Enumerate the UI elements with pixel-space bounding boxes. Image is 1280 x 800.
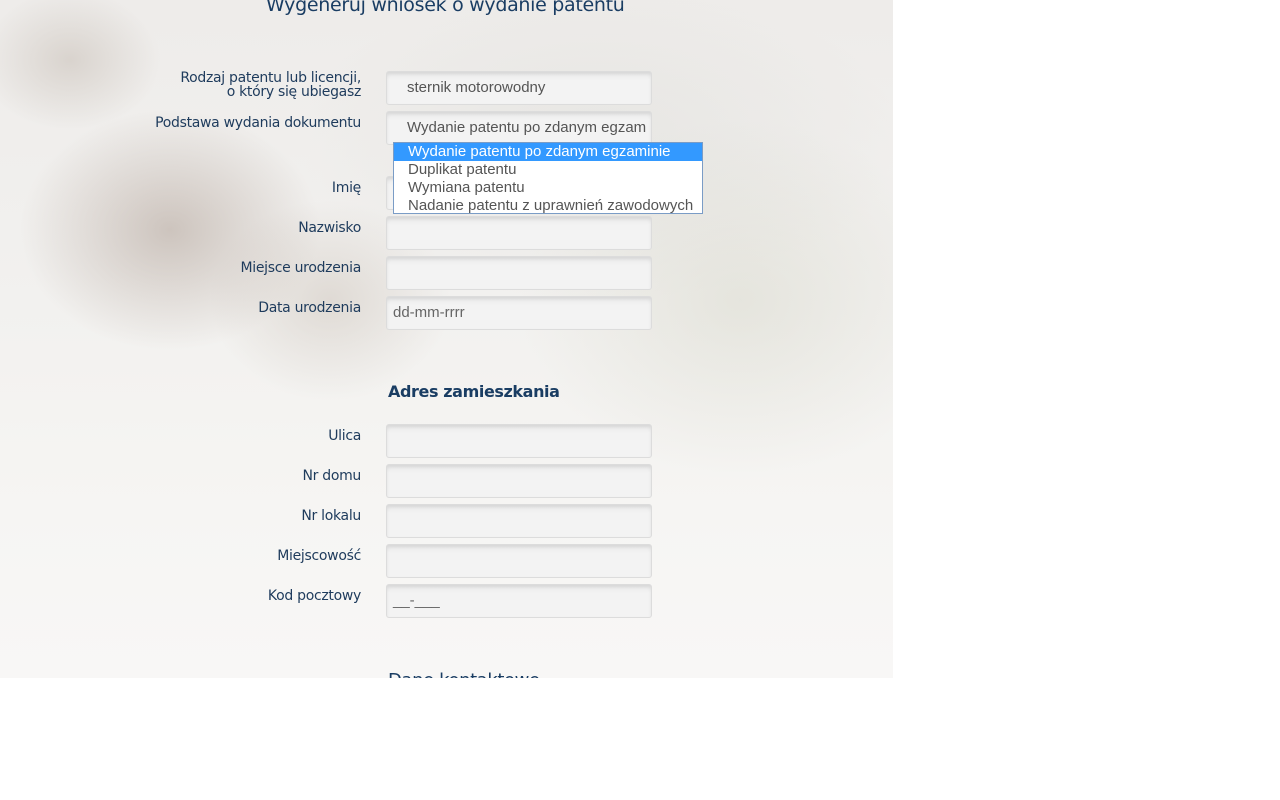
basis-label: Podstawa wydania dokumentu [155,115,361,131]
birth-place-label: Miejsce urodzenia [240,260,361,276]
page-title: Wygeneruj wniosek o wydanie patentu [266,0,625,16]
birth-place-input[interactable] [386,256,652,290]
apartment-number-input[interactable] [386,504,652,538]
basis-option-exam[interactable]: Wydanie patentu po zdanym egzaminie [394,143,702,161]
basis-select[interactable]: Wydanie patentu po zdanym egzam [386,111,652,145]
apartment-number-label: Nr lokalu [301,508,361,524]
house-number-input[interactable] [386,464,652,498]
city-input[interactable] [386,544,652,578]
basis-option-duplicate[interactable]: Duplikat patentu [394,161,702,179]
license-type-label-line1: Rodzaj patentu lub licencji, [180,70,361,86]
birth-date-input[interactable]: dd-mm-rrrr [386,296,652,330]
postal-code-input[interactable]: __-___ [386,584,652,618]
basis-dropdown-list[interactable]: Wydanie patentu po zdanym egzaminie Dupl… [393,142,703,214]
license-type-label-line2: o który się ubiegasz [226,84,362,100]
birth-date-label: Data urodzenia [258,300,361,316]
basis-option-exchange[interactable]: Wymiana patentu [394,179,702,197]
street-input[interactable] [386,424,652,458]
postal-code-label: Kod pocztowy [267,588,361,604]
license-type-select[interactable]: sternik motorowodny [386,71,652,105]
city-label: Miejscowość [277,548,361,564]
house-number-label: Nr domu [302,468,361,484]
contact-heading: Dane kontaktowe [388,670,540,678]
last-name-input[interactable] [386,216,652,250]
last-name-label: Nazwisko [298,220,361,236]
basis-option-professional[interactable]: Nadanie patentu z uprawnień zawodowych [394,197,702,215]
license-type-label: Rodzaj patentu lub licencji, o który się… [101,71,361,99]
street-label: Ulica [328,428,361,444]
first-name-label: Imię [331,180,361,196]
form-panel: Wygeneruj wniosek o wydanie patentu Rodz… [0,0,893,678]
address-heading: Adres zamieszkania [388,382,560,401]
